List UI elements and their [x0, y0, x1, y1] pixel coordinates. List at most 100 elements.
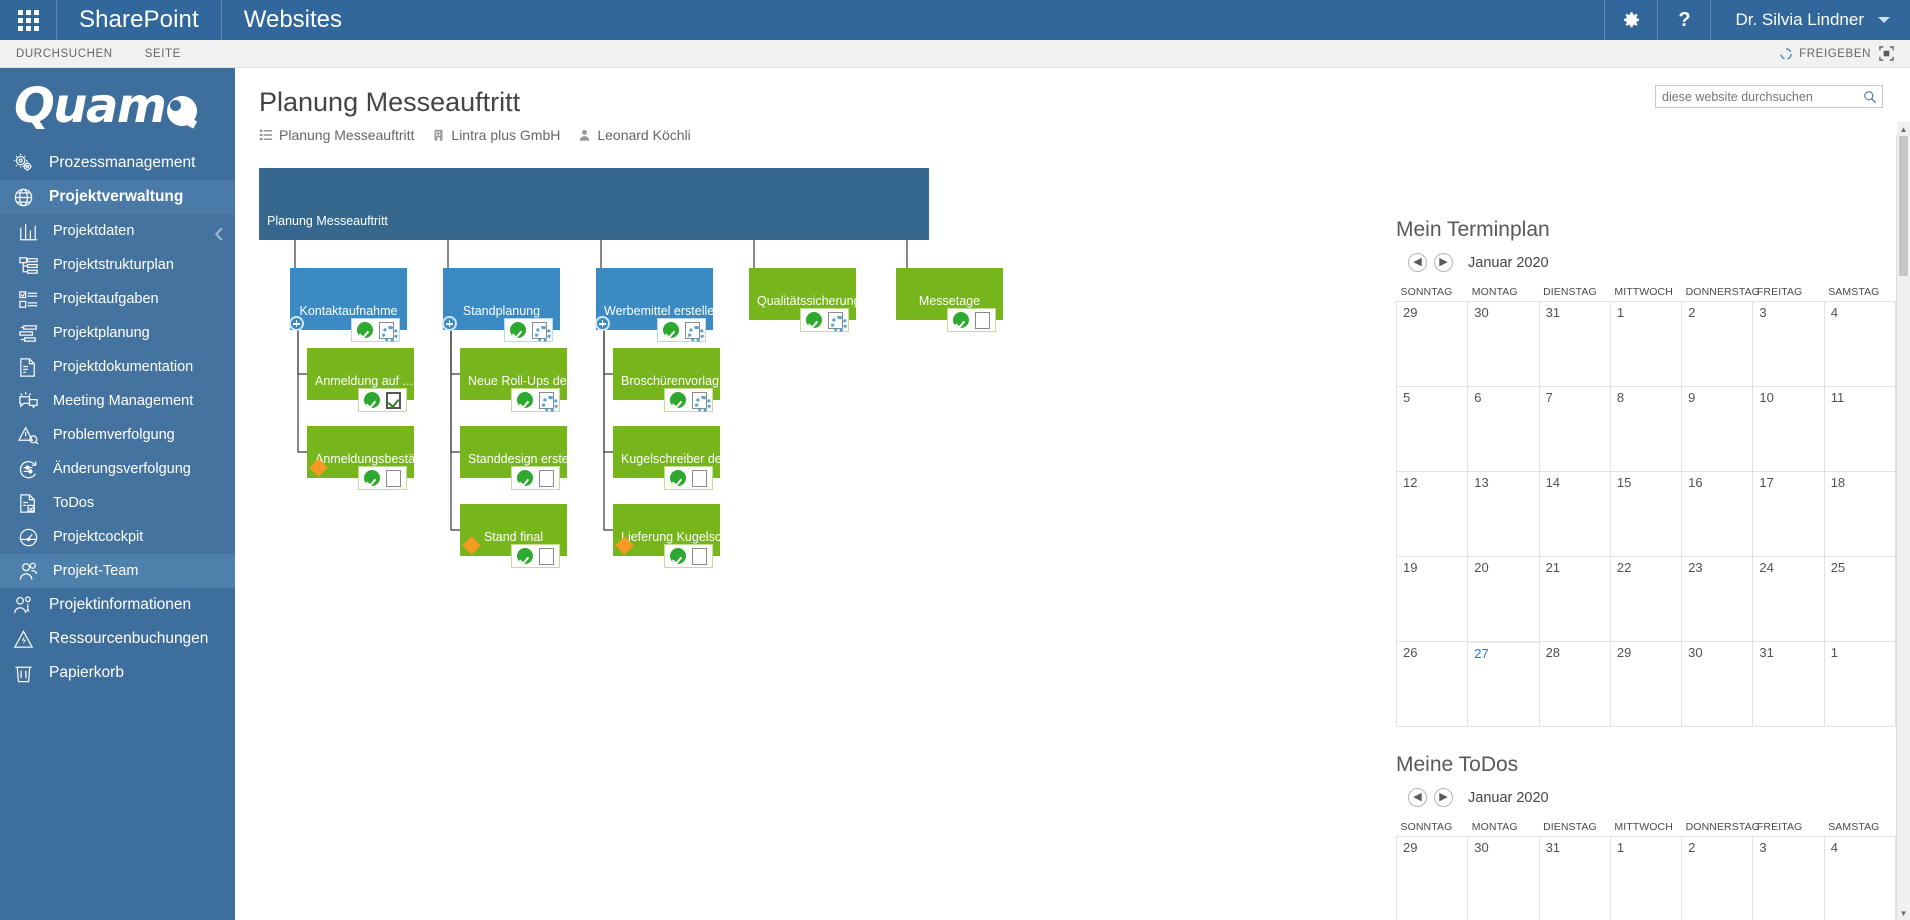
calendar-day-cell[interactable]: 12 — [1396, 471, 1469, 557]
quam-logo[interactable]: Quam — [0, 68, 235, 146]
wbs-node-status-badges[interactable] — [664, 544, 713, 568]
wbs-node-status-badges[interactable] — [800, 308, 849, 332]
open-checkbox-icon[interactable] — [692, 547, 707, 565]
breadcrumb-item-company[interactable]: Lintra plus GmbH — [432, 127, 560, 143]
wbs-node-status-badges[interactable] — [358, 466, 407, 490]
calendar-day-cell[interactable]: 31 — [1538, 836, 1611, 920]
sidebar-item-projekt-team[interactable]: Projekt-Team — [0, 554, 235, 588]
search-box[interactable] — [1655, 85, 1883, 108]
calendar-day-cell[interactable]: 6 — [1467, 386, 1540, 472]
vertical-scrollbar[interactable]: ▲ ▼ — [1896, 122, 1910, 920]
sidebar-item-papierkorb[interactable]: Papierkorb — [0, 656, 235, 690]
wbs-root-node[interactable]: Planung Messeauftritt — [259, 168, 929, 240]
in-progress-icon[interactable] — [685, 321, 704, 342]
chevron-left-icon[interactable]: ‹ — [214, 218, 224, 248]
expand-node-icon[interactable] — [442, 316, 457, 331]
calendar-day-cell[interactable]: 29 — [1396, 301, 1469, 387]
calendar-day-cell[interactable]: 19 — [1396, 556, 1469, 642]
calendar-day-cell[interactable]: 4 — [1823, 301, 1896, 387]
calendar-day-cell[interactable]: 3 — [1752, 836, 1825, 920]
calendar-day-cell[interactable]: 10 — [1752, 386, 1825, 472]
calendar-day-cell[interactable]: 29 — [1396, 836, 1469, 920]
search-input[interactable] — [1656, 89, 1858, 104]
open-checkbox-icon[interactable] — [539, 469, 554, 487]
nav-group-prozessmanagement[interactable]: Prozessmanagement — [0, 146, 235, 180]
calendar-day-cell[interactable]: 1 — [1823, 641, 1896, 727]
calendar-day-cell[interactable]: 14 — [1538, 471, 1611, 557]
gear-icon[interactable] — [1604, 0, 1657, 40]
open-checkbox-icon[interactable] — [975, 311, 990, 329]
breadcrumb-item-person[interactable]: Leonard Köchli — [578, 127, 691, 143]
open-checkbox-icon[interactable] — [386, 469, 401, 487]
approved-check-icon[interactable] — [670, 392, 686, 408]
open-checkbox-icon[interactable] — [539, 547, 554, 565]
wbs-node-status-badges[interactable] — [664, 466, 713, 490]
approved-check-icon[interactable] — [517, 548, 533, 564]
ribbon-tab-durchsuchen[interactable]: DURCHSUCHEN — [0, 48, 129, 60]
approved-check-icon[interactable] — [806, 312, 822, 328]
in-progress-icon[interactable] — [539, 391, 558, 412]
calendar-day-cell[interactable]: 15 — [1609, 471, 1683, 557]
sidebar-item-todos[interactable]: ToDos — [0, 486, 235, 520]
calendar-day-cell[interactable]: 1 — [1609, 301, 1683, 387]
calendar-day-cell[interactable]: 18 — [1823, 471, 1896, 557]
calendar-day-cell[interactable]: 11 — [1823, 386, 1896, 472]
calendar-day-cell[interactable]: 2 — [1681, 301, 1754, 387]
calendar-day-cell[interactable]: 13 — [1467, 471, 1540, 557]
scroll-up-icon[interactable]: ▲ — [1897, 122, 1910, 136]
site-link-websites[interactable]: Websites — [222, 0, 364, 40]
calendar-day-cell[interactable]: 22 — [1609, 556, 1683, 642]
approved-check-icon[interactable] — [517, 392, 533, 408]
approved-check-icon[interactable] — [670, 470, 686, 486]
calendar-day-cell[interactable]: 25 — [1823, 556, 1896, 642]
sidebar-item-problemverfolgung[interactable]: Problemverfolgung — [0, 418, 235, 452]
in-progress-icon[interactable] — [692, 391, 711, 412]
arrow-left-circle-icon[interactable]: ◀ — [1408, 253, 1427, 272]
calendar-day-cell[interactable]: 5 — [1396, 386, 1469, 472]
approved-check-icon[interactable] — [364, 470, 380, 486]
approved-check-icon[interactable] — [663, 322, 679, 338]
calendar-day-cell[interactable]: 21 — [1538, 556, 1611, 642]
approved-check-icon[interactable] — [670, 548, 686, 564]
calendar-day-cell[interactable]: 27 — [1467, 640, 1540, 727]
user-menu[interactable]: Dr. Silvia Lindner — [1710, 0, 1910, 40]
calendar-day-cell[interactable]: 30 — [1681, 641, 1754, 727]
completed-checkbox-icon[interactable] — [386, 391, 401, 409]
wbs-node-status-badges[interactable] — [358, 388, 407, 412]
expand-node-icon[interactable] — [595, 316, 610, 331]
wbs-node-status-badges[interactable] — [657, 318, 706, 342]
sidebar-item-projektplanung[interactable]: Projektplanung — [0, 316, 235, 350]
sidebar-item-projektaufgaben[interactable]: Projektaufgaben — [0, 282, 235, 316]
scrollbar-thumb[interactable] — [1899, 136, 1908, 276]
sharepoint-brand-link[interactable]: SharePoint — [57, 0, 222, 40]
in-progress-icon[interactable] — [532, 321, 551, 342]
calendar-day-cell[interactable]: 26 — [1396, 641, 1469, 727]
sidebar-item-projektcockpit[interactable]: Projektcockpit — [0, 520, 235, 554]
nav-group-projektverwaltung[interactable]: Projektverwaltung — [0, 180, 235, 214]
calendar-day-cell[interactable]: 30 — [1467, 836, 1540, 920]
in-progress-icon[interactable] — [828, 311, 847, 332]
sidebar-item-ressourcenbuchungen[interactable]: Ressourcenbuchungen — [0, 622, 235, 656]
calendar-day-cell[interactable]: 28 — [1538, 641, 1611, 727]
wbs-node-status-badges[interactable] — [664, 388, 713, 412]
search-icon[interactable] — [1858, 90, 1882, 104]
calendar-day-cell[interactable]: 2 — [1681, 836, 1754, 920]
waffle-menu-icon[interactable] — [0, 0, 57, 40]
calendar-day-cell[interactable]: 9 — [1681, 386, 1754, 472]
calendar-day-cell[interactable]: 31 — [1538, 301, 1611, 387]
sidebar-item-projektdaten[interactable]: Projektdaten — [0, 214, 235, 248]
approved-check-icon[interactable] — [517, 470, 533, 486]
calendar-day-cell[interactable]: 31 — [1752, 641, 1825, 727]
calendar-day-cell[interactable]: 20 — [1467, 556, 1540, 642]
wbs-node-status-badges[interactable] — [511, 466, 560, 490]
help-icon[interactable]: ? — [1657, 0, 1710, 40]
calendar-day-cell[interactable]: 8 — [1609, 386, 1683, 472]
sidebar-item-projektstrukturplan[interactable]: Projektstrukturplan — [0, 248, 235, 282]
wbs-node-status-badges[interactable] — [504, 318, 553, 342]
calendar-day-cell[interactable]: 24 — [1752, 556, 1825, 642]
calendar-day-cell[interactable]: 16 — [1681, 471, 1754, 557]
expand-node-icon[interactable] — [289, 316, 304, 331]
calendar-day-cell[interactable]: 7 — [1538, 386, 1611, 472]
calendar-day-cell[interactable]: 29 — [1609, 641, 1683, 727]
arrow-left-circle-icon[interactable]: ◀ — [1408, 788, 1427, 807]
